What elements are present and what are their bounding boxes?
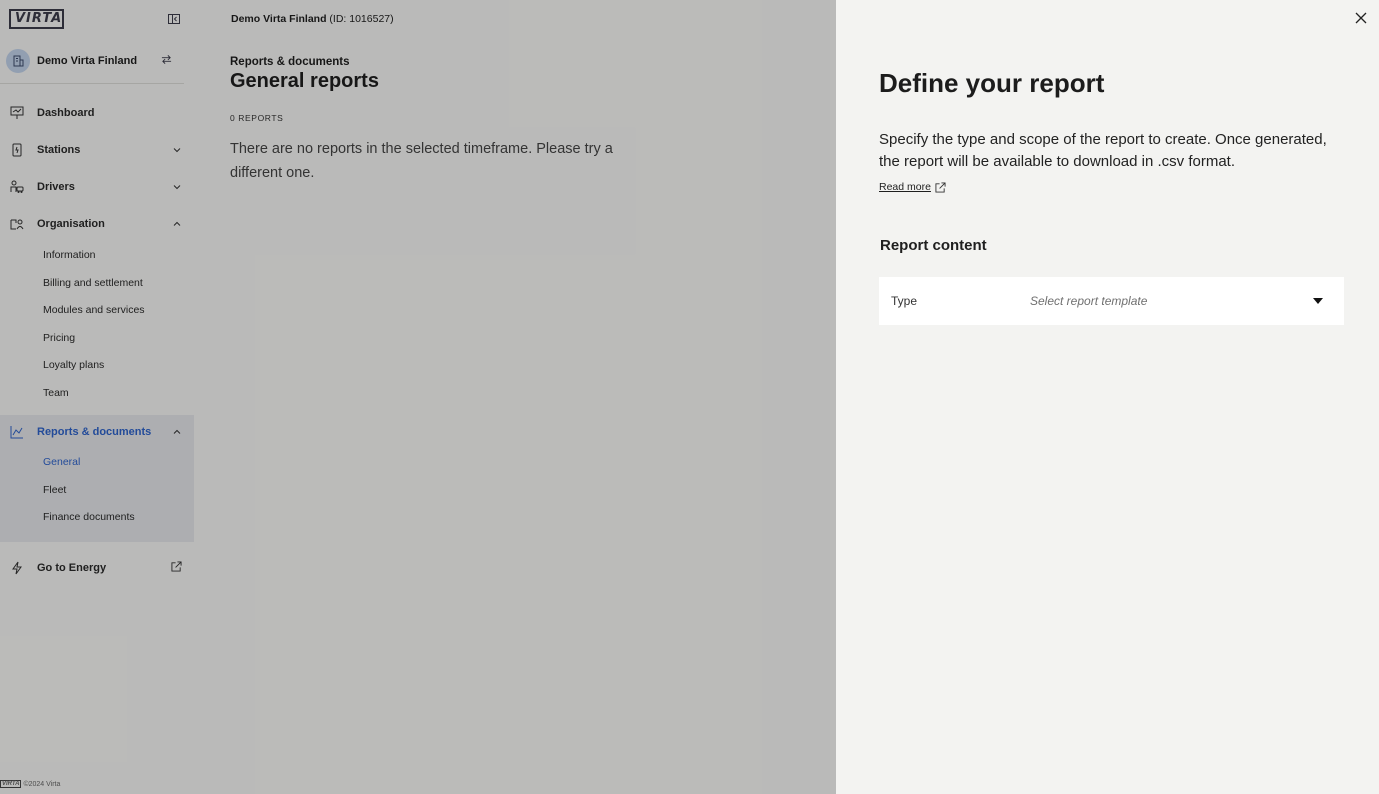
close-icon[interactable]: [1355, 11, 1371, 27]
read-more-label: Read more: [879, 181, 931, 193]
read-more-link[interactable]: Read more: [879, 181, 946, 193]
report-type-select[interactable]: Type Select report template: [879, 277, 1344, 325]
modal-backdrop[interactable]: [0, 0, 836, 794]
define-report-panel: Define your report Specify the type and …: [836, 0, 1379, 794]
type-select-placeholder[interactable]: Select report template: [1030, 294, 1306, 308]
section-title: Report content: [880, 237, 987, 254]
panel-description: Specify the type and scope of the report…: [879, 131, 1327, 170]
external-link-icon: [935, 181, 946, 193]
type-label: Type: [891, 294, 918, 308]
panel-title: Define your report: [879, 68, 1105, 98]
caret-down-icon[interactable]: [1306, 297, 1330, 305]
